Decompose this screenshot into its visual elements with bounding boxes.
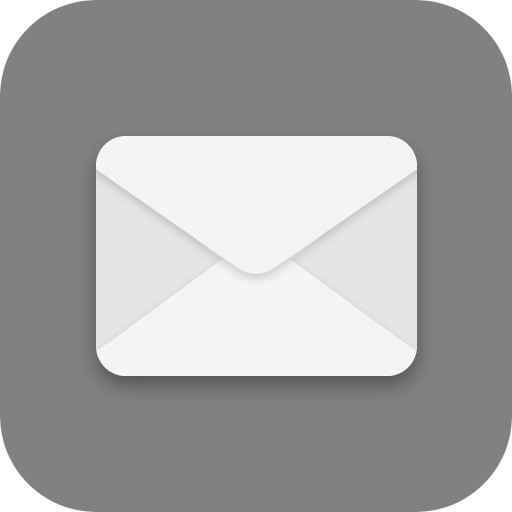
mail-app-icon[interactable] [0,0,512,512]
mail-icon [0,0,512,512]
envelope [96,136,417,376]
